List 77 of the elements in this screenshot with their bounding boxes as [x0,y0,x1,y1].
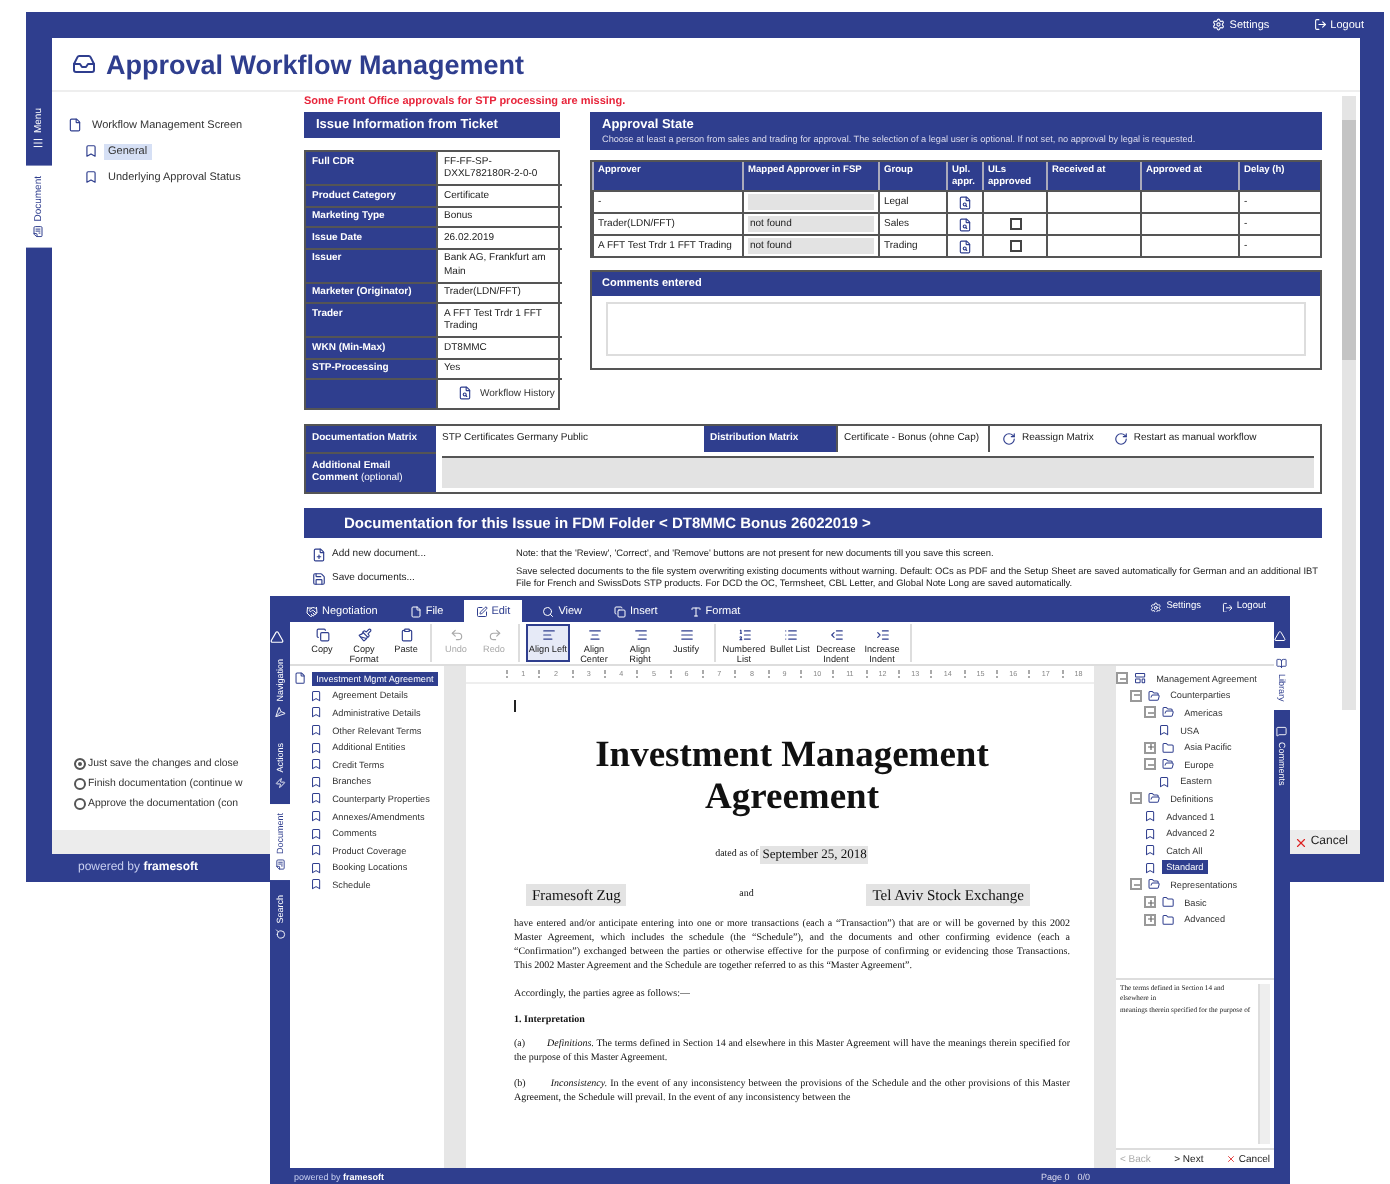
insert-icon [614,605,627,617]
bookmark-icon [1158,724,1171,737]
handshake-icon [306,605,318,617]
document-icon [958,195,972,209]
document-title: Investment Management Agreement [593,736,991,822]
comments-field[interactable] [606,302,1306,356]
settings-icon [1150,601,1163,613]
expand-toggle[interactable] [1144,913,1156,926]
book-icon [1276,658,1288,669]
document-search-icon [458,386,472,400]
bullet-list-icon [783,628,797,642]
bookmark-icon [1158,775,1171,788]
search-icon [542,605,555,617]
open-folder-icon [1148,792,1161,805]
checkbox[interactable] [1009,218,1021,230]
folder-icon [1162,895,1175,909]
document-icon [958,217,972,231]
menu-icon [33,137,45,150]
mapped-approver-field [748,194,874,210]
undo-icon [449,628,463,642]
expand-toggle[interactable] [1144,896,1156,909]
collapse-toggle[interactable] [1130,792,1142,805]
search-icon [274,928,286,940]
save-icon [312,571,326,585]
folder-icon [1162,913,1175,926]
text-cursor [514,700,516,712]
tray-icon [72,52,96,76]
folder-icon [1162,741,1175,754]
brush-icon [357,628,371,642]
logout-icon [1313,18,1327,32]
empty-cell [1046,190,1140,212]
radio-button[interactable] [74,798,86,810]
increase-indent-icon [875,628,889,642]
logout-icon [1221,601,1233,613]
collapse-toggle[interactable] [1130,878,1142,891]
file-icon [294,672,307,685]
empty-cell [1140,190,1238,212]
refresh-icon [1002,431,1016,446]
justify-icon [679,628,693,642]
open-folder-icon [1162,758,1175,771]
add-file-icon [312,547,326,561]
open-folder-icon [1148,878,1161,891]
radio-button[interactable] [74,758,86,770]
file-icon [409,605,422,617]
collapse-toggle[interactable] [1130,689,1142,702]
page-title: Approval Workflow Management [106,49,525,79]
radio-button[interactable] [74,778,86,790]
refresh-icon [1113,431,1128,446]
document-icon [274,859,286,871]
triangle-icon [270,630,284,644]
empty-label-cell [306,380,436,408]
collapse-toggle[interactable] [1116,672,1128,685]
align-center-icon [587,628,601,642]
close-icon [1294,835,1309,849]
copy-icon [315,628,329,642]
document-icon [958,239,972,253]
clipboard-icon [399,628,413,642]
edit-icon [475,605,488,617]
document-icon [33,224,45,237]
checkbox[interactable] [1009,240,1021,252]
scrollbar-thumb[interactable] [1342,120,1356,360]
align-right-icon [633,628,647,642]
file-icon [68,118,82,132]
settings-icon [1212,18,1226,32]
numbered-list-icon [737,628,751,642]
decrease-indent-icon [829,628,843,642]
collapse-toggle[interactable] [1144,758,1156,771]
align-left-icon [541,628,555,642]
collapse-toggle[interactable] [1144,706,1156,719]
text-format-icon [689,605,702,617]
navigation-arrow-icon [274,706,286,718]
expand-toggle[interactable] [1144,741,1156,754]
empty-cell [1140,212,1238,234]
redo-icon [487,628,501,642]
email-comment-field[interactable] [442,455,1314,487]
template-icon [1134,672,1147,685]
lightning-icon [274,777,286,789]
